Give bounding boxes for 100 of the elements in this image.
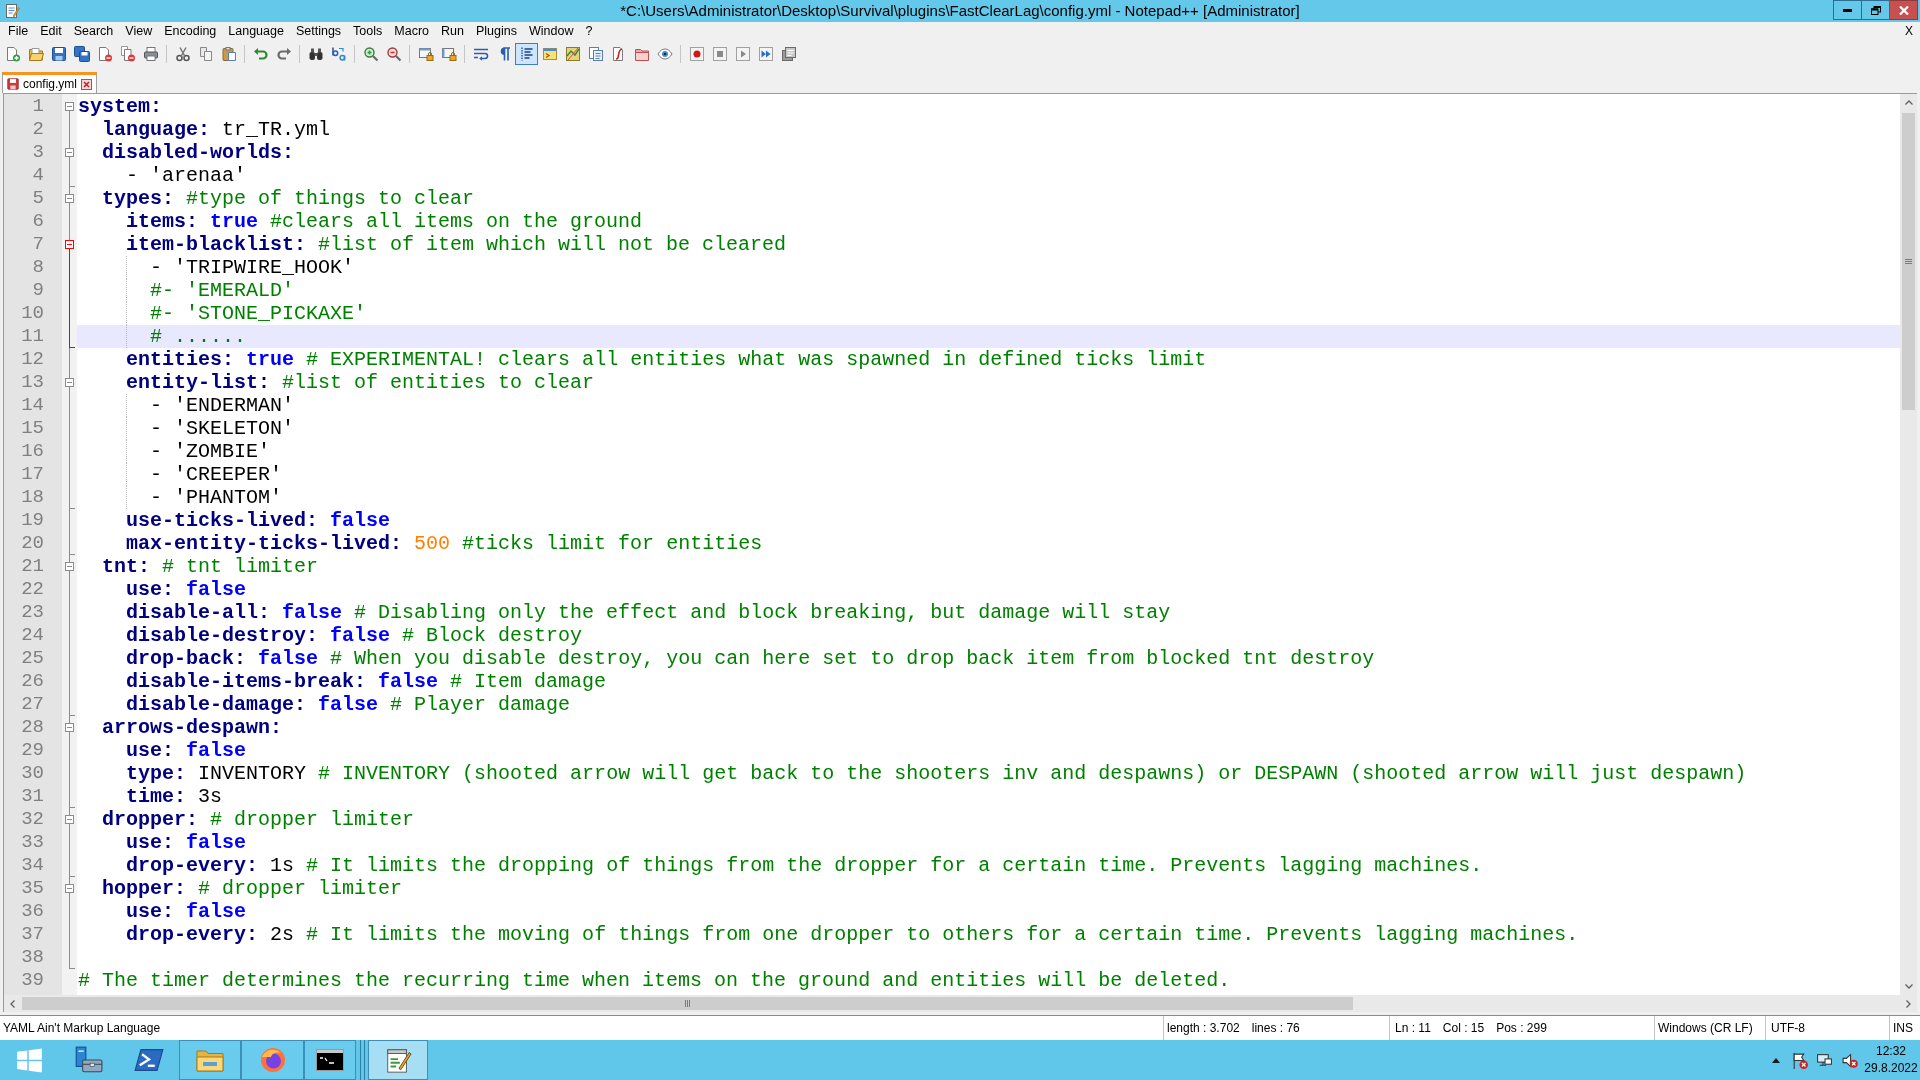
code-line: items: true #clears all items on the ground bbox=[126, 210, 643, 233]
code-line: drop-back: false # When you disable destroy, you can here set to drop back item from blocked tnt destroy bbox=[126, 647, 1375, 670]
menu-item[interactable]: Search bbox=[67, 22, 120, 41]
collapse-icon[interactable] bbox=[65, 102, 74, 111]
terminal-icon bbox=[315, 1046, 345, 1074]
zoom-in-icon bbox=[362, 46, 379, 62]
redo-icon bbox=[275, 46, 292, 62]
line-number: 21 bbox=[21, 555, 44, 578]
firefox-button[interactable] bbox=[241, 1040, 304, 1080]
line-endings-label: Windows (CR LF) bbox=[1658, 1020, 1753, 1036]
line-number: 22 bbox=[21, 578, 44, 601]
code-line: types: #type of things to clear bbox=[102, 187, 475, 210]
network-icon[interactable] bbox=[1816, 1051, 1833, 1069]
clock-date: 29.8.2022 bbox=[1864, 1060, 1918, 1077]
collapse-icon[interactable] bbox=[65, 723, 74, 732]
indent-guide-icon bbox=[518, 46, 535, 62]
line-number: 27 bbox=[21, 693, 44, 716]
grip-icon bbox=[685, 1000, 690, 1007]
menu-item[interactable]: File bbox=[2, 22, 35, 41]
line-number: 19 bbox=[21, 509, 44, 532]
code-line: - 'ENDERMAN' bbox=[150, 394, 295, 417]
menu-item[interactable]: Edit bbox=[34, 22, 68, 41]
scrollbar-thumb[interactable] bbox=[1902, 113, 1915, 410]
folder-icon bbox=[633, 46, 650, 62]
documents-icon bbox=[587, 46, 604, 62]
grip-icon bbox=[1905, 259, 1912, 264]
notepad-plus-plus-button[interactable] bbox=[368, 1040, 428, 1080]
menu-item[interactable]: Window bbox=[522, 22, 580, 41]
line-number: 28 bbox=[21, 716, 44, 739]
code-line: use: false bbox=[126, 831, 247, 854]
code-line: disable-all: false # Disabling only the effect and block breaking, but damage will stay bbox=[126, 601, 1171, 624]
minimize-button[interactable] bbox=[1833, 0, 1862, 20]
line-number: 13 bbox=[21, 371, 44, 394]
code-line: time: 3s bbox=[126, 785, 223, 808]
clipboard-icon bbox=[220, 46, 237, 62]
line-number: 20 bbox=[21, 532, 44, 555]
play-icon bbox=[734, 46, 751, 62]
line-number: 30 bbox=[21, 762, 44, 785]
collapse-icon[interactable] bbox=[65, 148, 74, 157]
minimize-icon bbox=[1843, 8, 1852, 12]
code-line: #- 'EMERALD' bbox=[150, 279, 295, 302]
line-number: 26 bbox=[21, 670, 44, 693]
file-explorer-button[interactable] bbox=[179, 1040, 241, 1080]
collapse-icon[interactable] bbox=[65, 194, 74, 203]
line-number: 35 bbox=[21, 877, 44, 900]
notepad-icon bbox=[4, 3, 20, 19]
menu-item[interactable]: Settings bbox=[289, 22, 348, 41]
record-icon bbox=[688, 46, 705, 62]
fast-forward-icon bbox=[757, 46, 774, 62]
code-line: disabled-worlds: bbox=[102, 141, 295, 164]
close-document-button[interactable]: X bbox=[1902, 22, 1916, 41]
line-number: 37 bbox=[21, 923, 44, 946]
line-number: 34 bbox=[21, 854, 44, 877]
save-all-icon bbox=[73, 46, 90, 62]
collapse-icon[interactable] bbox=[65, 240, 74, 249]
menu-item[interactable]: View bbox=[119, 22, 159, 41]
menu-item[interactable]: Run bbox=[435, 22, 470, 41]
code-line: max-entity-ticks-lived: 500 #ticks limit for entities bbox=[126, 532, 763, 555]
line-number: 14 bbox=[21, 394, 44, 417]
command-prompt-button[interactable] bbox=[304, 1040, 356, 1080]
menu-item[interactable]: Plugins bbox=[469, 22, 523, 41]
collapse-icon[interactable] bbox=[65, 562, 74, 571]
line-number: 32 bbox=[21, 808, 44, 831]
caret-up-icon[interactable] bbox=[1772, 1057, 1780, 1063]
restore-button[interactable] bbox=[1862, 0, 1890, 20]
replace-icon bbox=[330, 46, 347, 62]
line-number: 11 bbox=[21, 325, 44, 348]
code-line: dropper: # dropper limiter bbox=[102, 808, 415, 831]
menu-item[interactable]: Encoding bbox=[158, 22, 223, 41]
code-line: # ...... bbox=[150, 325, 246, 348]
windows-logo-icon bbox=[15, 1046, 43, 1074]
binoculars-icon bbox=[307, 46, 324, 62]
code-line: # The timer determines the recurring time when items on the ground and entities will be deleted. bbox=[78, 969, 1231, 992]
menu-item[interactable]: Tools bbox=[347, 22, 389, 41]
code-line: - 'CREEPER' bbox=[150, 463, 283, 486]
code-line: - 'TRIPWIRE_HOOK' bbox=[150, 256, 355, 279]
window-lock-icon bbox=[417, 46, 434, 62]
line-number: 16 bbox=[21, 440, 44, 463]
collapse-icon[interactable] bbox=[65, 378, 74, 387]
close-button[interactable] bbox=[1890, 0, 1918, 20]
code-line: disable-items-break: false # Item damage bbox=[126, 670, 607, 693]
menu-item[interactable]: Macro bbox=[388, 22, 436, 41]
indent-guide-button[interactable] bbox=[515, 43, 538, 65]
new-file-icon bbox=[4, 46, 21, 62]
flag-icon[interactable] bbox=[1791, 1051, 1808, 1069]
line-number: 29 bbox=[21, 739, 44, 762]
window-lock-icon bbox=[440, 46, 457, 62]
printer-icon bbox=[142, 46, 159, 62]
open-folder-icon bbox=[27, 46, 44, 62]
collapse-icon[interactable] bbox=[65, 815, 74, 824]
document-tab[interactable]: config.yml bbox=[2, 72, 98, 93]
speaker-muted-icon[interactable] bbox=[1841, 1051, 1858, 1069]
menu-item[interactable]: Language bbox=[222, 22, 290, 41]
line-number: 39 bbox=[21, 969, 44, 992]
scrollbar-thumb[interactable] bbox=[22, 997, 1353, 1010]
collapse-icon[interactable] bbox=[65, 884, 74, 893]
menu-item[interactable]: ? bbox=[579, 22, 599, 41]
code-line: arrows-despawn: bbox=[102, 716, 283, 739]
line-number: 5 bbox=[32, 187, 44, 210]
close-tab-icon[interactable] bbox=[81, 78, 93, 90]
